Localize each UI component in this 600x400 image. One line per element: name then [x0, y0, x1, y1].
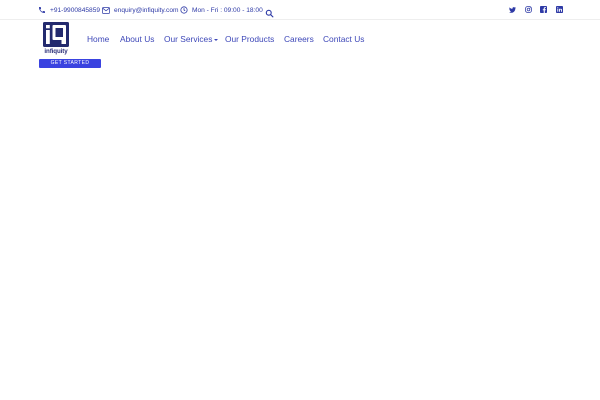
instagram-link[interactable] [524, 5, 532, 14]
twitter-icon [508, 6, 516, 13]
business-hours: Mon - Fri : 09:00 - 18:00 [180, 4, 263, 16]
email-address: enquiry@infiquity.com [114, 6, 179, 14]
linkedin-icon [555, 6, 563, 13]
instagram-icon [524, 6, 532, 13]
email-contact[interactable]: enquiry@infiquity.com [102, 4, 178, 16]
twitter-link[interactable] [508, 5, 516, 14]
nav-our-products[interactable]: Our Products [225, 33, 274, 46]
get-started-button[interactable]: GET STARTED [39, 59, 101, 68]
hours-text: Mon - Fri : 09:00 - 18:00 [192, 6, 263, 14]
nav-our-services-label: Our Services [164, 34, 213, 44]
linkedin-link[interactable] [555, 5, 563, 14]
phone-contact[interactable]: +91-9900845859 [38, 4, 100, 16]
phone-icon [39, 7, 45, 13]
chevron-down-icon [214, 38, 219, 41]
logo-wordmark: infiquity [44, 48, 68, 55]
facebook-link[interactable] [539, 5, 547, 14]
nav-our-services[interactable]: Our Services [164, 33, 219, 46]
top-info-bar: +91-9900845859 enquiry@infiquity.com Mon… [0, 0, 600, 20]
facebook-icon [539, 6, 547, 13]
search-button[interactable] [265, 5, 274, 18]
nav-about-us[interactable]: About Us [120, 33, 154, 46]
nav-contact-us[interactable]: Contact Us [323, 33, 364, 46]
nav-home[interactable]: Home [87, 33, 109, 46]
site-logo[interactable]: infiquity [42, 22, 70, 58]
nav-careers[interactable]: Careers [284, 33, 314, 46]
logo-mark [43, 22, 69, 47]
envelope-icon [102, 6, 110, 14]
search-icon [265, 9, 274, 18]
clock-icon [180, 6, 188, 14]
phone-number: +91-9900845859 [50, 6, 101, 14]
